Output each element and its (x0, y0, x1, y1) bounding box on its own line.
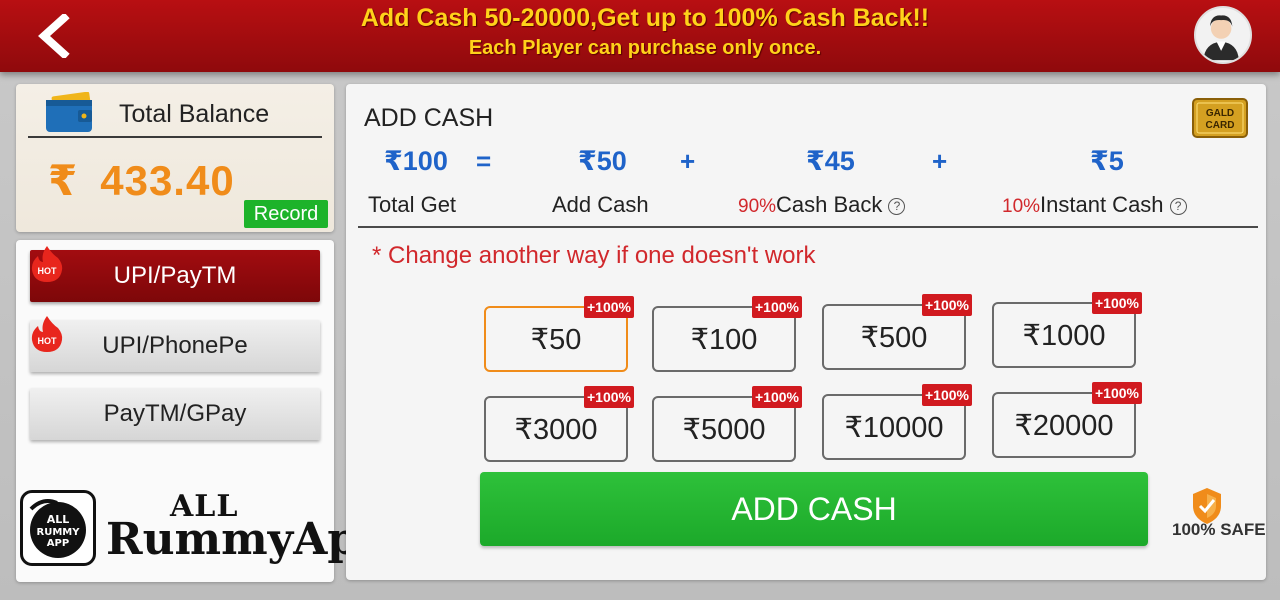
amount-option-20000[interactable]: ₹20000 +100% (992, 382, 1142, 458)
balance-value: 433.40 (100, 157, 235, 204)
bonus-tag: +100% (922, 294, 972, 316)
method-label: UPI/PayTM (113, 262, 237, 289)
method-upi-phonepe[interactable]: UPI/PhonePe (30, 320, 320, 372)
instant-cash-label: 10%Instant Cash? (1002, 192, 1187, 218)
amount-option-5000[interactable]: ₹5000 +100% (652, 386, 802, 462)
help-icon[interactable]: ? (1169, 198, 1187, 215)
add-cash-panel: ADD CASH GALD CARD ₹100 = ₹50 + ₹45 + ₹5… (346, 84, 1266, 580)
total-get-value: ₹100 (384, 146, 448, 176)
divider (28, 136, 322, 138)
amount-value: ₹500 (860, 322, 928, 354)
safe-label: 100% SAFE (1172, 520, 1266, 539)
total-get-label: Total Get (368, 192, 457, 217)
amount-value: ₹1000 (1022, 320, 1106, 352)
amount-value: ₹3000 (514, 414, 598, 446)
bonus-tag: +100% (1092, 292, 1142, 314)
method-label: UPI/PhonePe (102, 332, 248, 359)
amount-value: ₹100 (690, 324, 758, 356)
amount-value: ₹5000 (682, 414, 766, 446)
method-label: PayTM/GPay (103, 400, 247, 427)
equals-sign: = (476, 146, 492, 176)
cashback-label: 90%Cash Back? (738, 192, 906, 218)
gold-card-icon[interactable]: GALD CARD (1192, 98, 1248, 138)
bonus-tag: +100% (584, 386, 634, 408)
balance-amount: ₹433.40 (48, 156, 235, 205)
svg-text:ALL: ALL (47, 513, 70, 526)
cashback-value: ₹45 (806, 146, 855, 176)
balance-card: Total Balance ₹433.40 Record (16, 84, 334, 232)
add-cash-title: ADD CASH (364, 104, 494, 132)
instant-text: Instant Cash (1040, 192, 1164, 217)
svg-text:APP: APP (47, 538, 69, 549)
svg-text:RUMMY: RUMMY (37, 527, 81, 538)
bonus-tag: +100% (752, 386, 802, 408)
instant-percent: 10% (1002, 196, 1041, 217)
method-paytm-gpay[interactable]: PayTM/GPay (30, 388, 320, 440)
hot-badge-text: HOT (38, 336, 58, 346)
amount-option-3000[interactable]: ₹3000 +100% (484, 386, 634, 462)
help-icon[interactable]: ? (888, 198, 906, 215)
cashback-text: Cash Back (776, 192, 883, 217)
total-balance-label: Total Balance (119, 100, 270, 128)
bonus-tag: +100% (752, 296, 802, 318)
amount-option-100[interactable]: ₹100 +100% (652, 296, 802, 372)
cashback-percent: 90% (738, 196, 777, 217)
hot-badge-icon: HOT (31, 316, 63, 352)
add-cash-value: ₹50 (578, 146, 627, 176)
add-cash-button[interactable]: ADD CASH (480, 472, 1148, 546)
method-upi-paytm[interactable]: UPI/PayTM (30, 250, 320, 302)
amount-option-10000[interactable]: ₹10000 +100% (822, 384, 972, 460)
rupee-symbol: ₹ (48, 157, 79, 204)
amount-option-50[interactable]: ₹50 +100% (484, 296, 634, 372)
record-button[interactable]: Record (244, 200, 328, 228)
instant-cash-value: ₹5 (1090, 146, 1124, 176)
banner-headline: Add Cash 50-20000,Get up to 100% Cash Ba… (360, 4, 930, 32)
add-cash-label: Add Cash (552, 192, 649, 217)
top-banner: Add Cash 50-20000,Get up to 100% Cash Ba… (0, 0, 1280, 72)
bonus-tag: +100% (584, 296, 634, 318)
amount-option-1000[interactable]: ₹1000 +100% (992, 292, 1142, 368)
plus-sign: + (680, 146, 696, 176)
amount-value: ₹20000 (1014, 410, 1114, 442)
hot-badge-text: HOT (38, 266, 58, 276)
svg-text:GALD: GALD (1206, 108, 1234, 119)
amount-value: ₹10000 (844, 412, 944, 444)
amount-option-500[interactable]: ₹500 +100% (822, 294, 972, 370)
wallet-icon (46, 92, 92, 132)
bonus-tag: +100% (922, 384, 972, 406)
warning-text: * Change another way if one doesn't work (372, 242, 816, 269)
watermark-logo: ALL RUMMY APP (20, 490, 96, 566)
user-avatar-icon[interactable] (1194, 6, 1252, 64)
divider (358, 226, 1258, 228)
plus-sign: + (932, 146, 948, 176)
amount-value: ₹50 (530, 324, 582, 356)
bonus-tag: +100% (1092, 382, 1142, 404)
svg-text:CARD: CARD (1206, 120, 1235, 131)
banner-subline: Each Player can purchase only once. (468, 37, 822, 59)
hot-badge-icon: HOT (31, 246, 63, 282)
